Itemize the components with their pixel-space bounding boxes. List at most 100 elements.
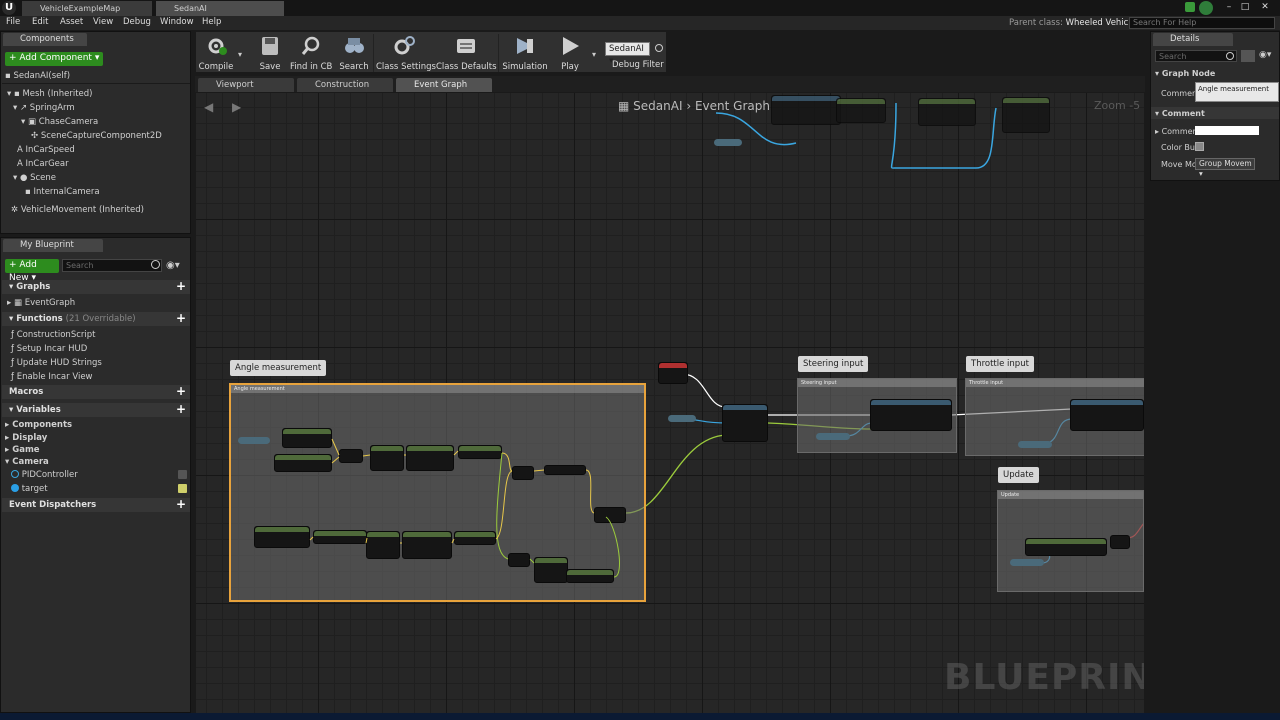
comment-color-swatch[interactable] — [1195, 126, 1259, 135]
tree-item-mesh[interactable]: ▾ ▪ Mesh (Inherited) — [7, 89, 92, 99]
tab-viewport[interactable]: Viewport — [198, 78, 294, 92]
debug-filter-select[interactable]: SedanAI ▾ — [605, 42, 650, 66]
comment-text-input[interactable]: Angle measurement — [1195, 82, 1279, 102]
menu-debug[interactable]: Debug — [123, 17, 151, 27]
debug-search-icon[interactable] — [655, 44, 663, 52]
function-item-enable-incar-view[interactable]: ƒ Enable Incar View — [11, 372, 93, 382]
variable-group-game[interactable]: ▸ Game — [5, 445, 40, 455]
play-button[interactable]: Play — [552, 32, 588, 74]
maximize-button[interactable]: □ — [1238, 0, 1252, 14]
property-matrix-icon[interactable] — [1241, 50, 1255, 62]
function-item-update-hud-strings[interactable]: ƒ Update HUD Strings — [11, 358, 102, 368]
variable-getter-node[interactable] — [668, 415, 696, 422]
add-component-button[interactable]: + Add Component ▾ — [5, 52, 103, 66]
comment-color-label-text: Commer — [1161, 127, 1196, 136]
menu-view[interactable]: View — [93, 17, 113, 27]
variable-getter-node[interactable] — [1010, 559, 1044, 566]
event-graph-canvas[interactable]: ◀ ▶ ▦ SedanAI › Event Graph Zoom -5 Angl… — [196, 93, 1144, 713]
close-button[interactable]: ✕ — [1258, 0, 1272, 14]
find-in-cb-button[interactable]: Find in CB — [290, 32, 332, 74]
comment-bubble-steering-input[interactable]: Steering input — [798, 356, 869, 372]
tree-item-vehiclemovement[interactable]: ✲ VehicleMovement (Inherited) — [11, 205, 144, 215]
help-search-input[interactable]: Search For Help — [1129, 17, 1275, 29]
comment-bubble-update[interactable]: Update — [998, 467, 1039, 483]
variable-getter-node[interactable] — [1018, 441, 1052, 448]
minimize-button[interactable]: – — [1222, 0, 1236, 14]
function-item-constructionscript[interactable]: ƒ ConstructionScript — [11, 330, 95, 340]
menu-file[interactable]: File — [6, 17, 20, 27]
variable-item-pidcontroller[interactable]: PIDController — [11, 470, 78, 480]
class-defaults-button[interactable]: Class Defaults — [436, 32, 497, 74]
variable-item-target[interactable]: target — [11, 484, 48, 494]
eye-icon[interactable]: ◉▾ — [166, 260, 180, 271]
compile-button[interactable]: Compile — [198, 32, 234, 74]
macros-section-header[interactable]: Macros + — [2, 385, 190, 399]
tree-item-incargear[interactable]: A InCarGear — [17, 159, 69, 169]
comment-color-label: ▸ Commer — [1155, 127, 1196, 136]
search-button[interactable]: Search — [336, 32, 372, 74]
menu-window[interactable]: Window — [160, 17, 194, 27]
save-button[interactable]: Save — [252, 32, 288, 74]
blueprint-node[interactable] — [722, 404, 768, 442]
graph-item-eventgraph[interactable]: ▸ ▦ EventGraph — [7, 298, 75, 308]
add-function-icon[interactable]: + — [176, 312, 186, 325]
comment-section-header[interactable]: ▾ Comment — [1155, 109, 1205, 118]
play-options-chevron-icon[interactable]: ▾ — [592, 50, 596, 59]
graphs-section-header[interactable]: ▾ Graphs + — [2, 280, 190, 294]
variable-getter-node[interactable] — [816, 433, 850, 440]
blueprint-node[interactable] — [1070, 399, 1144, 431]
my-blueprint-tab[interactable]: My Blueprint — [3, 239, 103, 252]
tab-event-graph[interactable]: Event Graph — [396, 78, 492, 92]
comment-bubble-throttle-input[interactable]: Throttle input — [966, 356, 1034, 372]
simulation-button[interactable]: Simulation — [502, 32, 548, 74]
event-node[interactable] — [658, 362, 688, 384]
menu-asset[interactable]: Asset — [60, 17, 83, 27]
components-tab[interactable]: Components — [3, 33, 87, 46]
compile-options-chevron-icon[interactable]: ▾ — [238, 50, 242, 59]
tree-item-springarm[interactable]: ▾ ↗ SpringArm — [13, 103, 75, 113]
details-tab[interactable]: Details — [1153, 33, 1233, 46]
graph-node-section-header[interactable]: ▾ Graph Node — [1155, 69, 1215, 78]
variable-group-camera[interactable]: ▾ Camera — [5, 457, 49, 467]
class-defaults-label: Class Defaults — [436, 62, 497, 72]
comment-header-label: Comment — [1161, 109, 1205, 118]
move-mode-select[interactable]: Group Movem ▾ — [1195, 158, 1255, 178]
os-taskbar — [0, 713, 1280, 720]
variable-group-display[interactable]: ▸ Display — [5, 433, 47, 443]
add-graph-icon[interactable]: + — [176, 280, 186, 293]
variable-group-components[interactable]: ▸ Components — [5, 420, 72, 430]
visibility-eye-icon[interactable] — [178, 484, 187, 493]
function-item-setup-incar-hud[interactable]: ƒ Setup Incar HUD — [11, 344, 87, 354]
tab-construction-script[interactable]: Construction Script — [297, 78, 393, 104]
color-bubble-checkbox[interactable] — [1195, 142, 1204, 151]
add-variable-icon[interactable]: + — [176, 403, 186, 416]
tree-item-internalcamera[interactable]: ▪ InternalCamera — [25, 187, 100, 197]
blueprint-node[interactable] — [870, 399, 952, 431]
tree-item-scene[interactable]: ▾ ● Scene — [13, 173, 56, 183]
notification-icon[interactable] — [1199, 1, 1213, 15]
event-dispatchers-section-header[interactable]: Event Dispatchers + — [2, 498, 190, 512]
source-control-icon[interactable] — [1185, 2, 1195, 12]
visibility-eye-icon[interactable] — [178, 470, 187, 479]
play-label: Play — [561, 62, 579, 72]
tab-vehicle-example-map[interactable]: VehicleExampleMap — [22, 1, 152, 16]
add-new-button[interactable]: + Add New ▾ — [5, 259, 59, 283]
add-macro-icon[interactable]: + — [176, 385, 186, 398]
menu-edit[interactable]: Edit — [32, 17, 48, 27]
functions-section-header[interactable]: ▾ Functions (21 Overridable) + — [2, 312, 190, 326]
tree-item-chasecamera[interactable]: ▾ ▣ ChaseCamera — [21, 117, 98, 127]
class-settings-button[interactable]: Class Settings — [376, 32, 436, 74]
details-tab-label: Details — [1170, 34, 1200, 44]
variables-section-header[interactable]: ▾ Variables + — [2, 403, 190, 417]
tab-sedan-ai[interactable]: SedanAI — [156, 1, 284, 16]
self-item[interactable]: ▪ SedanAI(self) — [5, 71, 191, 81]
eye-icon[interactable]: ◉▾ — [1259, 50, 1271, 60]
menu-help[interactable]: Help — [202, 17, 221, 27]
blueprint-node[interactable] — [1110, 535, 1130, 549]
blueprint-search-input[interactable]: Search — [62, 259, 162, 272]
tree-item-scenecapture[interactable]: ✣ SceneCaptureComponent2D — [31, 131, 162, 141]
details-search-input[interactable]: Search — [1155, 50, 1237, 62]
blueprint-node[interactable] — [1025, 538, 1107, 556]
add-dispatcher-icon[interactable]: + — [176, 498, 186, 511]
tree-item-incarspeed[interactable]: A InCarSpeed — [17, 145, 75, 155]
